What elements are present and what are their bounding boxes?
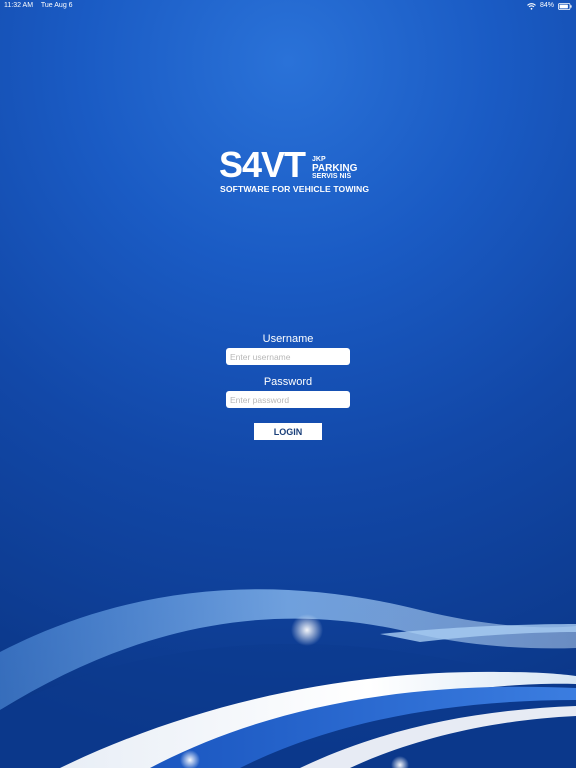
login-button[interactable]: LOGIN (254, 423, 322, 440)
status-left: 11:32 AM Tue Aug 6 (4, 0, 79, 12)
password-input[interactable] (226, 391, 350, 408)
logo-organization: JKP PARKING SERVIS NIŠ (312, 156, 357, 181)
battery-icon (558, 2, 572, 10)
username-input[interactable] (226, 348, 350, 365)
wifi-icon (527, 2, 536, 10)
status-right: 84% (527, 0, 572, 12)
logo-parking: PARKING (312, 163, 358, 174)
status-bar: 11:32 AM Tue Aug 6 84% (0, 0, 576, 12)
logo-servis: SERVIS NIŠ (312, 173, 352, 180)
status-date: Tue Aug 6 (40, 2, 73, 9)
logo-main-text: S4VT (219, 144, 306, 185)
logo-tagline: SOFTWARE FOR VEHICLE TOWING (220, 184, 370, 194)
app-logo: S4VT JKP PARKING SERVIS NIŠ SOFTWARE FOR… (219, 144, 369, 198)
battery-percent: 84% (539, 2, 554, 9)
decorative-waves (0, 589, 576, 768)
username-label: Username (262, 333, 314, 345)
password-label: Password (263, 376, 313, 388)
status-time: 11:32 AM (4, 2, 34, 9)
